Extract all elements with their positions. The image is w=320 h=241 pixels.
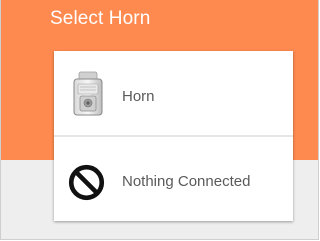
- horn-device-icon: [73, 71, 103, 116]
- options-card: Horn Nothing Connected: [54, 51, 293, 221]
- option-horn-label: Horn: [122, 88, 155, 105]
- dialog-title: Select Horn: [50, 8, 151, 29]
- option-nothing-connected-label: Nothing Connected: [122, 173, 251, 190]
- option-horn[interactable]: Horn: [54, 51, 293, 135]
- select-horn-dialog: Select Horn Horn Nothing Connected: [0, 0, 319, 240]
- option-nothing-connected[interactable]: Nothing Connected: [54, 137, 293, 221]
- prohibited-icon: [68, 164, 105, 201]
